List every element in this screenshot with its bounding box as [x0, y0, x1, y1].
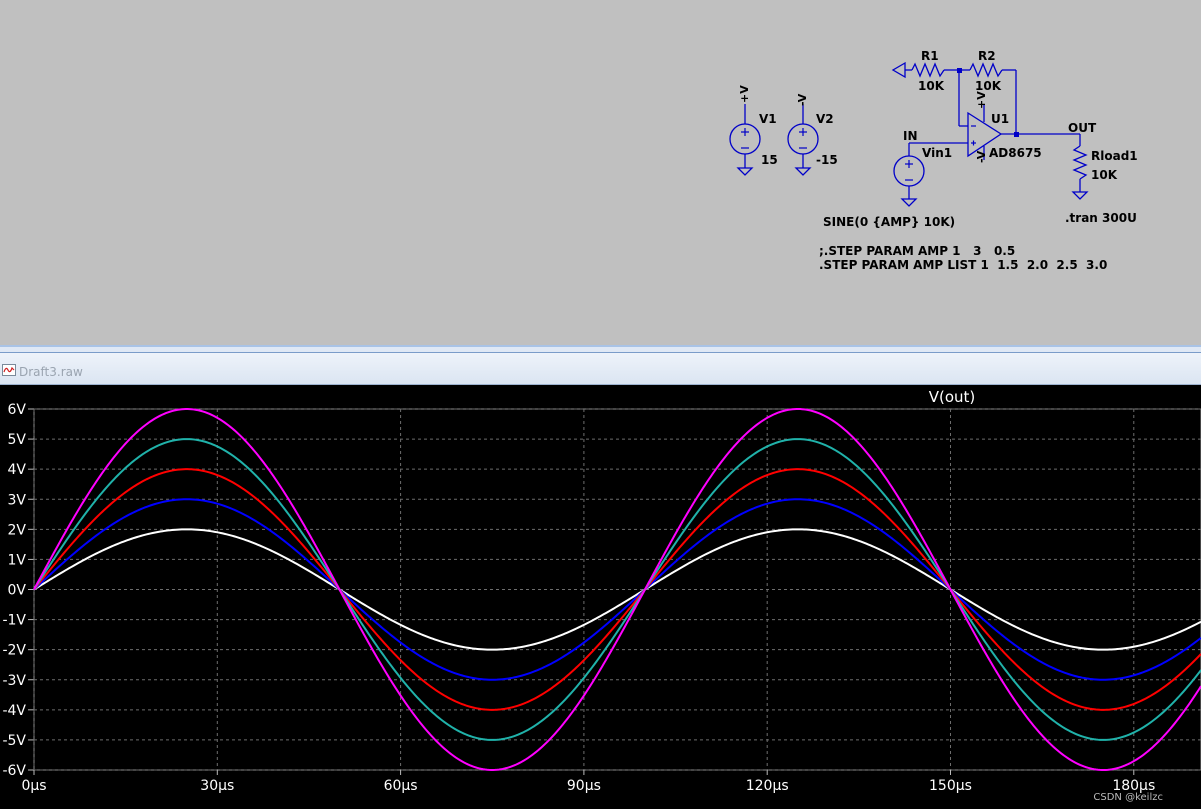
opamp-vpos-label: +V	[975, 91, 988, 109]
schematic-editor[interactable]: R1 10K R2 10K U1 AD8675 +V -V IN OUT Vin…	[0, 0, 1201, 345]
ground-symbol	[794, 167, 812, 176]
net-label-out: OUT	[1068, 121, 1097, 135]
y-tick-label: -6V	[2, 763, 26, 779]
y-tick-label: 5V	[8, 432, 27, 448]
y-tick-label: 2V	[8, 522, 27, 538]
junction-dot	[957, 68, 962, 73]
waveform-title: Draft3.raw	[19, 365, 83, 379]
y-tick-label: -3V	[2, 673, 26, 689]
x-tick-label: 30µs	[200, 778, 234, 794]
watermark: CSDN @keilzc	[1093, 792, 1163, 803]
v2-name: V2	[816, 112, 834, 126]
v1-net-label: +V	[738, 85, 751, 103]
junction-dot	[1014, 132, 1019, 137]
rload1-name: Rload1	[1091, 149, 1138, 163]
step-directive-commented[interactable]: ;.STEP PARAM AMP 1 3 0.5	[819, 244, 1015, 258]
resistor-r2[interactable]	[969, 62, 1003, 78]
y-tick-label: 1V	[8, 552, 27, 568]
v1-name: V1	[759, 112, 777, 126]
x-tick-label: 60µs	[384, 778, 418, 794]
y-tick-label: -4V	[2, 703, 26, 719]
y-tick-label: -1V	[2, 613, 26, 629]
tran-directive[interactable]: .tran 300U	[1065, 211, 1137, 225]
schematic-canvas[interactable]: R1 10K R2 10K U1 AD8675 +V -V IN OUT Vin…	[0, 0, 1201, 345]
waveform-plot[interactable]: 6V 5V 4V 3V 2V 1V 0V -1V -2V -3V -4V -5V -6V 0µs 30µs 6…	[0, 385, 1201, 809]
step-directive-list[interactable]: .STEP PARAM AMP LIST 1 1.5 2.0 2.5 3.0	[819, 258, 1107, 272]
vin1-name: Vin1	[922, 146, 952, 160]
opamp-vneg-label: -V	[975, 150, 988, 163]
y-tick-label: 6V	[8, 402, 27, 418]
y-tick-label: 4V	[8, 462, 27, 478]
x-tick-label: 120µs	[746, 778, 789, 794]
trace-title: V(out)	[929, 388, 976, 406]
y-tick-label: 0V	[8, 583, 27, 599]
r1-name: R1	[921, 49, 939, 63]
waveform-titlebar[interactable]: Draft3.raw	[0, 353, 1201, 385]
x-tick-label: 150µs	[929, 778, 972, 794]
waveform-icon	[2, 364, 16, 376]
plot-area[interactable]: 6V 5V 4V 3V 2V 1V 0V -1V -2V -3V -4V -5V -6V0µs 30µs 6…	[0, 385, 1201, 809]
v1-value: 15	[761, 153, 778, 167]
waveform-window[interactable]: Draft3.raw 6V 5V 4V 3V 2V 1V 0V -1V -2V -3V -4V -5V…	[0, 353, 1201, 809]
r1-value: 10K	[918, 79, 945, 93]
resistor-rload1[interactable]	[1072, 145, 1088, 180]
x-tick-label: 0µs	[21, 778, 46, 794]
resistor-r1[interactable]	[911, 62, 945, 78]
ground-symbol	[1071, 191, 1089, 200]
y-tick-label: 3V	[8, 492, 27, 508]
ground-symbol	[891, 61, 906, 79]
rload1-value: 10K	[1091, 168, 1118, 182]
y-tick-label: -2V	[2, 643, 26, 659]
u1-name: U1	[991, 112, 1009, 126]
v2-value: -15	[816, 153, 838, 167]
v2-net-label: -V	[796, 93, 809, 106]
ground-symbol	[736, 167, 754, 176]
net-label-in: IN	[903, 129, 918, 143]
ground-symbol	[900, 198, 918, 207]
r2-value: 10K	[975, 79, 1002, 93]
r2-name: R2	[978, 49, 996, 63]
x-tick-label: 90µs	[567, 778, 601, 794]
window-splitter[interactable]	[0, 345, 1201, 353]
y-tick-label: -5V	[2, 733, 26, 749]
u1-model: AD8675	[989, 146, 1042, 160]
sine-directive[interactable]: SINE(0 {AMP} 10K)	[823, 215, 955, 229]
